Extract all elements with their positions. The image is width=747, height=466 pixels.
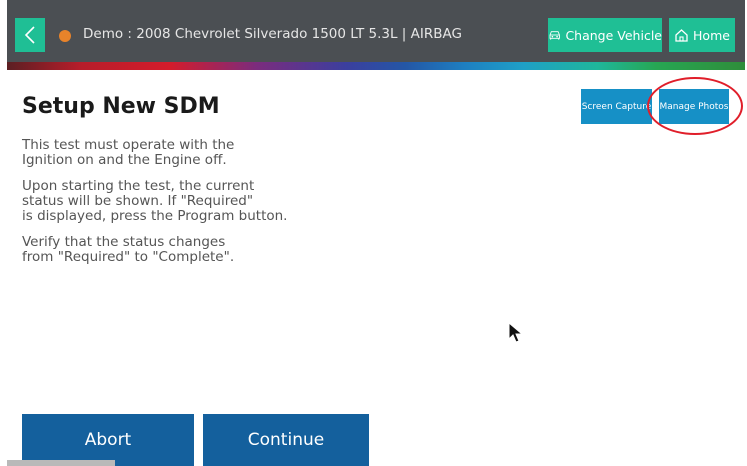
abort-button[interactable]: Abort [22, 414, 194, 466]
back-button[interactable] [15, 18, 45, 52]
change-vehicle-label: Change Vehicle [565, 27, 662, 43]
change-vehicle-button[interactable]: Change Vehicle [548, 18, 662, 52]
home-button[interactable]: Home [669, 18, 735, 52]
instructions-text: This test must operate with the Ignition… [22, 138, 382, 276]
continue-button[interactable]: Continue [203, 414, 369, 466]
instruction-paragraph: Verify that the status changes from "Req… [22, 234, 235, 265]
header-bar: Demo : 2008 Chevrolet Silverado 1500 LT … [7, 0, 745, 62]
bottom-tab-strip [7, 460, 115, 466]
vehicle-title: Demo : 2008 Chevrolet Silverado 1500 LT … [83, 26, 462, 42]
screen-capture-button[interactable]: Screen Capture [581, 89, 652, 124]
status-dot-icon [59, 30, 71, 42]
highlight-annotation [647, 77, 743, 135]
instruction-paragraph: Upon starting the test, the current stat… [22, 178, 288, 224]
app-window: Demo : 2008 Chevrolet Silverado 1500 LT … [7, 0, 745, 466]
mouse-pointer-icon [508, 322, 524, 343]
home-icon [675, 28, 688, 42]
page-title: Setup New SDM [22, 94, 220, 119]
brand-color-bar [7, 62, 745, 70]
home-label: Home [693, 27, 730, 43]
instruction-paragraph: This test must operate with the Ignition… [22, 137, 235, 168]
car-icon [549, 31, 560, 40]
chevron-left-icon [24, 26, 35, 44]
